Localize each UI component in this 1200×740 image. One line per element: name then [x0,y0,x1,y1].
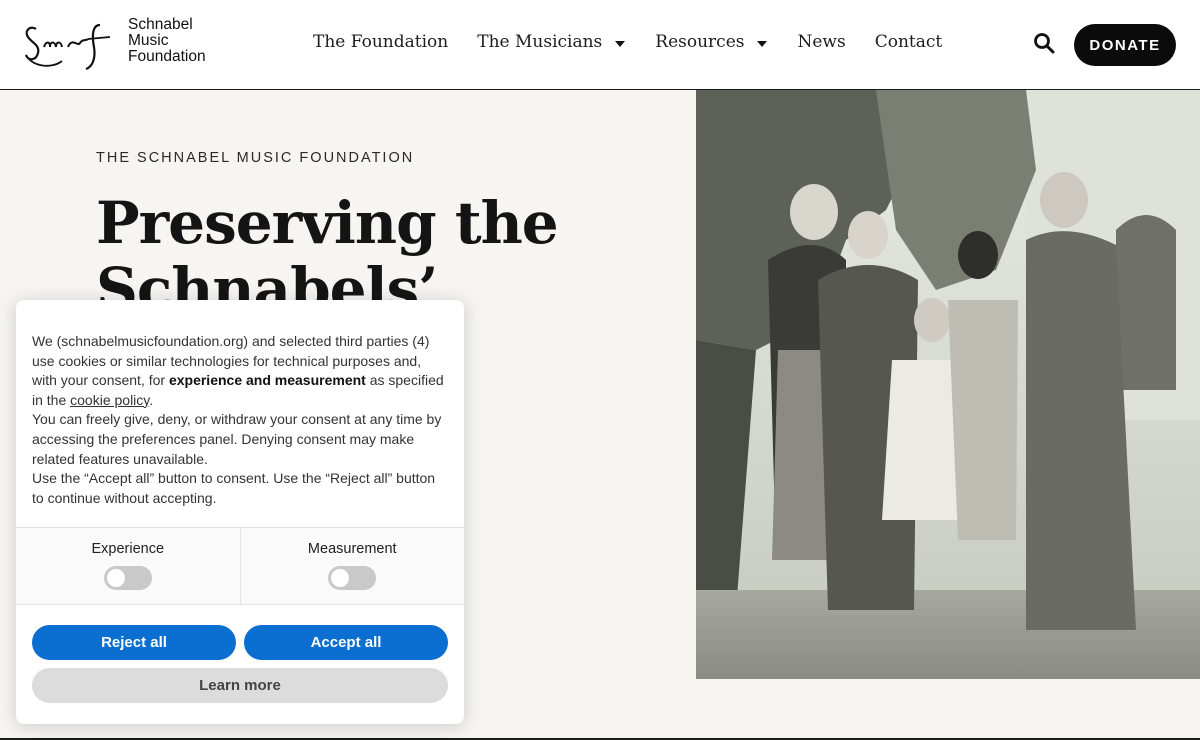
chevron-down-icon [757,40,768,47]
cookie-policy-link[interactable]: cookie policy [70,392,149,408]
logo-line: Schnabel [128,16,193,33]
nav-item-label: News [797,32,846,52]
logo[interactable]: Schnabel Music Foundation [22,17,206,73]
logo-line: Foundation [128,48,206,65]
nav-item-label: The Musicians [477,32,603,52]
hero-photo [696,90,1200,679]
nav-item-resources[interactable]: Resources [655,32,768,52]
smf-monogram-logo [24,23,111,71]
cookie-consent-dialog: We (schnabelmusicfoundation.org) and sel… [16,300,464,724]
nav-item-label: Contact [874,32,943,52]
cookie-text-segment: . [149,391,154,408]
pref-experience: Experience [16,528,240,604]
logo-wordmark: Schnabel Music Foundation [128,17,206,65]
learn-more-button[interactable]: Learn more [32,668,448,703]
nav-item-the-foundation[interactable]: The Foundation [313,32,448,52]
pref-label: Measurement [307,541,397,557]
cookie-paragraph: Use the “Accept all” button to consent. … [32,470,436,506]
family-photo-image [696,90,1200,679]
donate-button[interactable]: DONATE [1074,24,1176,66]
chevron-down-icon [615,40,626,47]
measurement-toggle[interactable] [328,566,377,590]
nav-item-contact[interactable]: Contact [875,32,943,52]
site-header: Schnabel Music Foundation The Foundation… [0,0,1200,90]
search-icon[interactable] [1033,32,1055,54]
cookie-paragraph: You can freely give, deny, or withdraw y… [32,411,442,467]
main-nav: The Foundation The Musicians Resources N… [313,32,971,52]
nav-item-news[interactable]: News [797,32,845,52]
cookie-preferences: Experience Measurement [16,527,464,605]
cookie-text-bold: experience and measurement [168,372,366,389]
cookie-notice-text: We (schnabelmusicfoundation.org) and sel… [32,332,448,508]
cookie-paragraph: We (schnabelmusicfoundation.org) and sel… [32,332,448,410]
nav-item-the-musicians[interactable]: The Musicians [477,32,626,52]
accept-all-button[interactable]: Accept all [244,625,448,660]
experience-toggle[interactable] [103,566,152,590]
reject-all-button[interactable]: Reject all [32,625,236,660]
pref-label: Experience [91,541,165,557]
logo-line: Music [128,32,169,49]
pref-measurement: Measurement [239,528,465,604]
nav-item-label: Resources [655,32,745,52]
hero-eyebrow: THE SCHNABEL MUSIC FOUNDATION [96,150,415,166]
nav-item-label: The Foundation [313,32,449,52]
